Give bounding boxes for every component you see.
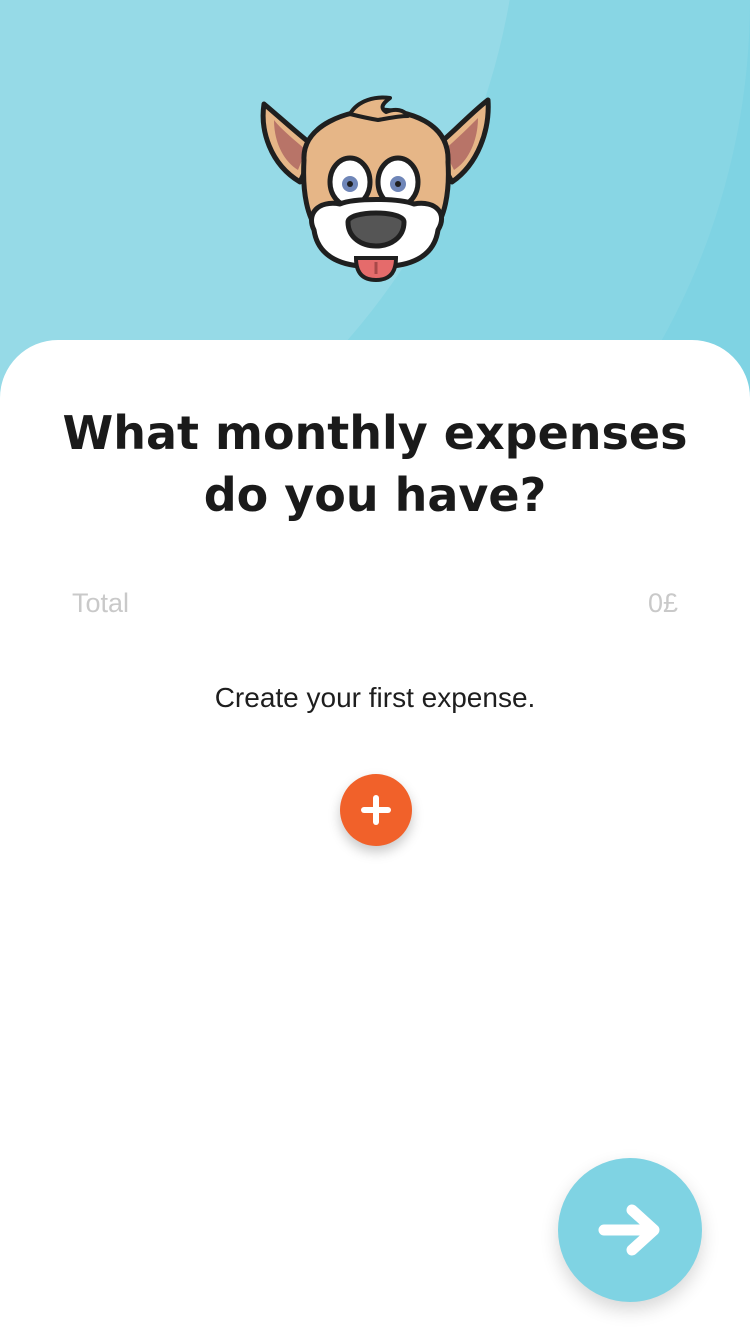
total-label: Total [72, 588, 130, 618]
arrow-right-icon [598, 1204, 660, 1256]
dog-nose [345, 210, 407, 249]
plus-icon [361, 795, 391, 825]
dog-mascot-illustration [260, 95, 491, 283]
screen: What monthly expenses do you have? Total… [0, 0, 750, 1334]
page-title: What monthly expenses do you have? [62, 406, 688, 522]
add-expense-button[interactable] [340, 774, 412, 846]
empty-state-message: Create your first expense. [214, 682, 536, 713]
total-row: Total 0£ [72, 588, 678, 624]
hair-tuft [348, 95, 410, 122]
next-button[interactable] [558, 1158, 702, 1302]
total-amount: 0£ [647, 588, 678, 618]
